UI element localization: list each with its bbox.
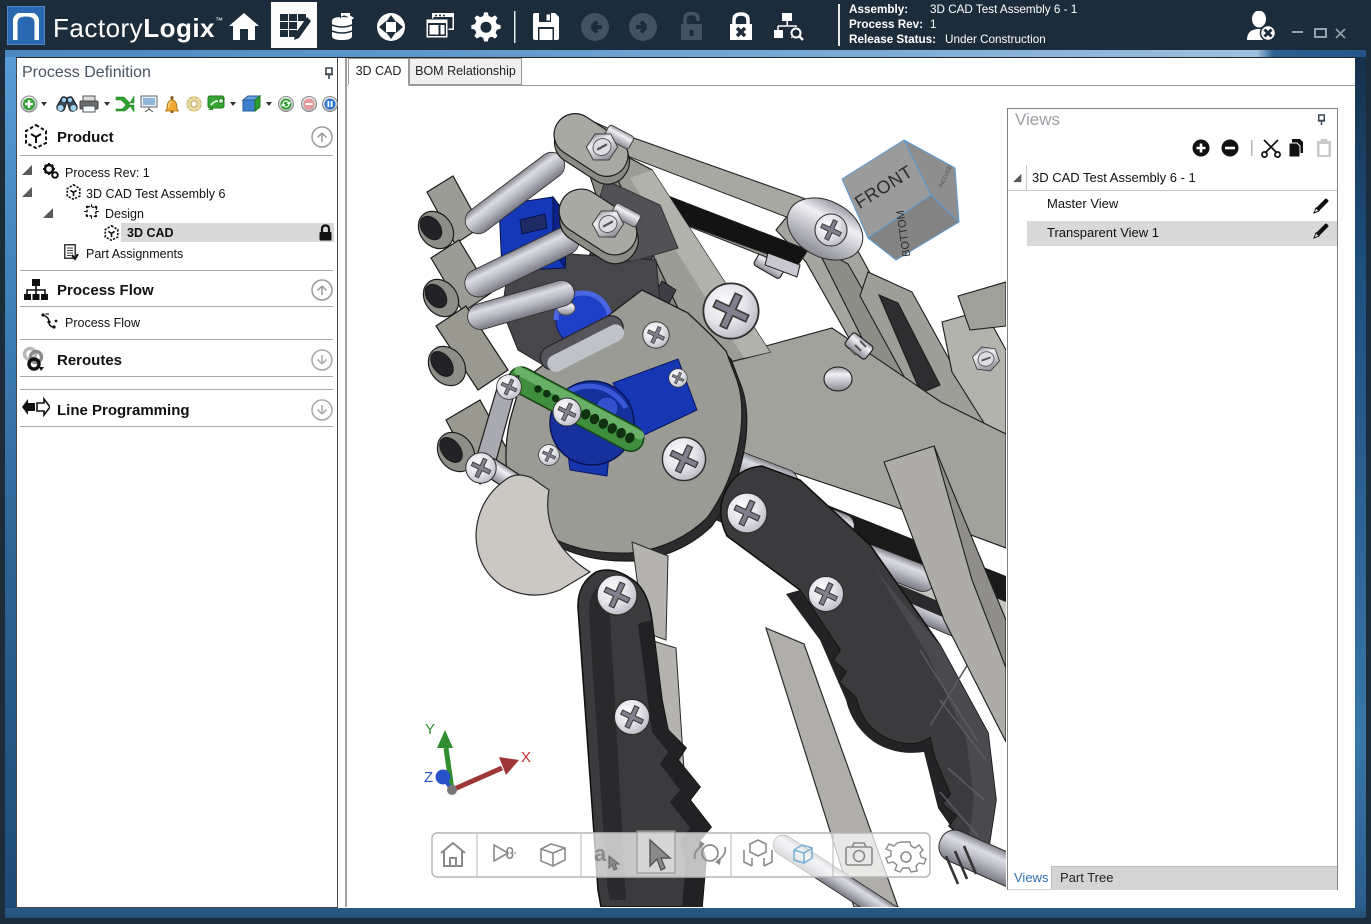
- svg-text:X: X: [521, 749, 531, 766]
- svg-text:a: a: [594, 841, 607, 866]
- svg-text:Y: Y: [425, 721, 435, 738]
- svg-text:Z: Z: [424, 769, 433, 786]
